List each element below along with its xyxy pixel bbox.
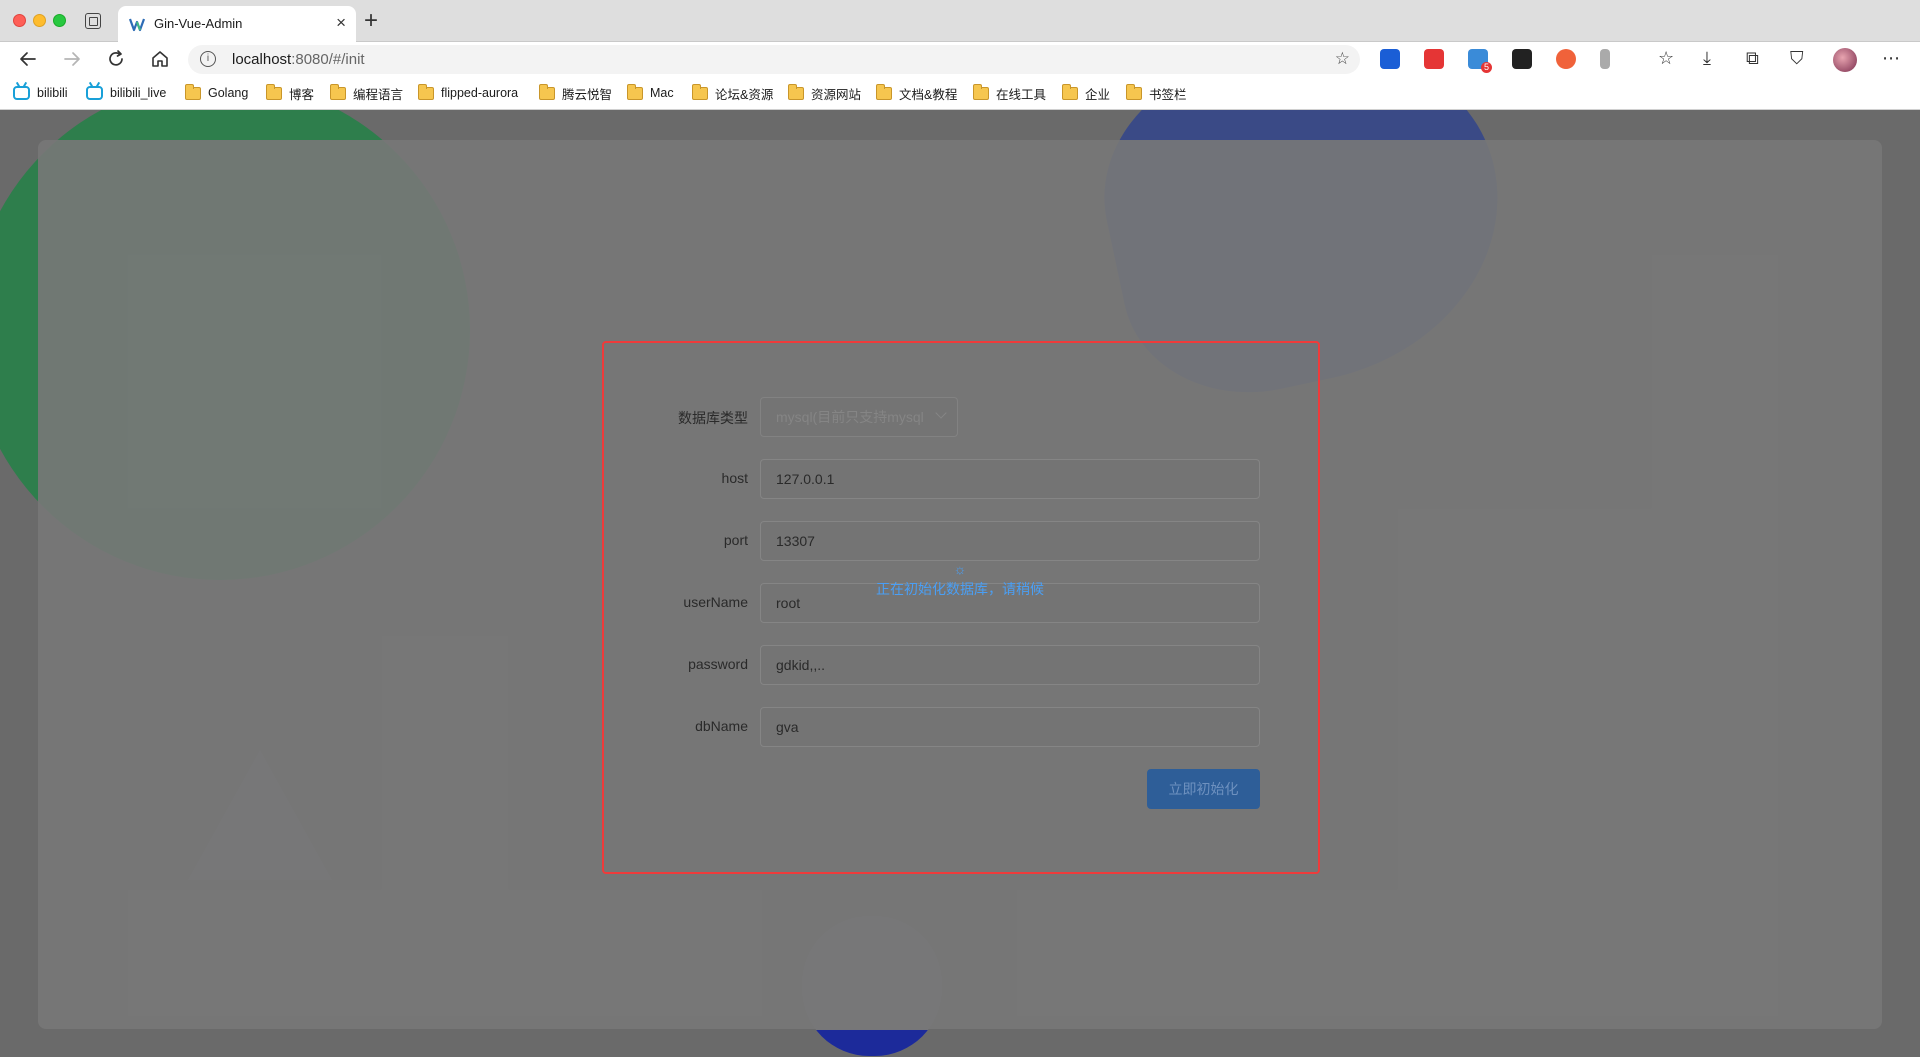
tampermonkey-extension-icon[interactable] (1512, 49, 1532, 69)
bookmark-label: 博客 (289, 87, 315, 102)
folder-icon (876, 83, 892, 100)
collections-icon[interactable]: ⧉ (1746, 47, 1759, 69)
url-path: :8080/#/init (291, 51, 365, 68)
reload-icon[interactable] (105, 48, 127, 70)
bookmark-label: 书签栏 (1149, 87, 1187, 102)
extension-badge: 5 (1480, 62, 1492, 73)
bookmark-label: 论坛&资源 (715, 87, 774, 102)
folder-icon (788, 83, 804, 100)
password-label: password (688, 656, 748, 672)
bookmark-item[interactable]: bilibili_live (86, 84, 166, 102)
browser-essentials-icon[interactable]: ⛉ (1790, 47, 1804, 69)
bilibili-icon (86, 86, 103, 100)
close-window-button[interactable] (13, 14, 26, 27)
bookmark-folder[interactable]: Golang (185, 83, 249, 102)
folder-icon (539, 83, 555, 100)
forward-icon[interactable] (61, 48, 83, 70)
bookmark-label: 编程语言 (353, 87, 404, 102)
bitwarden-extension-icon[interactable] (1380, 49, 1400, 69)
browser-tab[interactable]: Gin-Vue-Admin × (118, 6, 356, 42)
page-content: 数据库类型 mysql(目前只支持mysql host 127.0.0.1 po… (0, 110, 1920, 1057)
loading-text: 正在初始化数据库，请稍候 (876, 581, 1044, 597)
port-label: port (723, 532, 748, 548)
bookmark-label: bilibili (37, 86, 68, 100)
bookmarks-bar: bilibili bilibili_live Golang 博客 编程语言 fl… (0, 76, 1920, 110)
folder-icon (973, 83, 989, 100)
bookmark-label: 文档&教程 (899, 87, 958, 102)
browser-toolbar: i localhost:8080/#/init ☆ 5 ☆ ⤓ ⧉ ⛉ ⋯ (0, 42, 1920, 76)
port-input[interactable]: 13307 (760, 521, 1260, 561)
bookmark-label: 资源网站 (811, 87, 862, 102)
bookmark-folder[interactable]: 论坛&资源 (692, 83, 774, 102)
spinner-icon: ☼ (953, 561, 967, 577)
db-type-label: 数据库类型 (678, 410, 748, 426)
password-input[interactable]: gdkid,,.. (760, 645, 1260, 685)
bookmark-folder[interactable]: 在线工具 (973, 83, 1047, 102)
back-icon[interactable] (17, 48, 39, 70)
profile-avatar[interactable] (1833, 48, 1857, 72)
folder-icon (1126, 83, 1142, 100)
loading-indicator: ☼ 正在初始化数据库，请稍候 (860, 561, 1060, 599)
bookmark-folder[interactable]: 博客 (266, 83, 315, 102)
tab-actions-icon[interactable] (85, 13, 101, 29)
bookmark-folder[interactable]: 企业 (1062, 83, 1111, 102)
sitemap-extension-icon[interactable] (1556, 49, 1576, 69)
host-input[interactable]: 127.0.0.1 (760, 459, 1260, 499)
maximize-window-button[interactable] (53, 14, 66, 27)
username-label: userName (683, 594, 748, 610)
minimize-window-button[interactable] (33, 14, 46, 27)
dbname-input[interactable]: gva (760, 707, 1260, 747)
add-favorite-icon[interactable]: ☆ (1335, 49, 1350, 69)
dbname-label: dbName (695, 718, 748, 734)
url-text[interactable]: localhost:8080/#/init (232, 51, 365, 68)
bookmark-folder[interactable]: 文档&教程 (876, 83, 958, 102)
folder-icon (266, 83, 282, 100)
bookmark-folder[interactable]: 资源网站 (788, 83, 862, 102)
bookmark-label: 腾云悦智 (562, 87, 613, 102)
bookmark-label: 在线工具 (996, 87, 1047, 102)
url-host: localhost (232, 51, 292, 68)
downloads-icon[interactable]: ⤓ (1703, 47, 1711, 69)
bookmark-label: 企业 (1085, 87, 1111, 102)
tab-close-icon[interactable]: × (336, 13, 346, 33)
browser-titlebar: Gin-Vue-Admin × + (0, 0, 1920, 42)
folder-icon (418, 83, 434, 100)
bookmark-folder[interactable]: 编程语言 (330, 83, 404, 102)
bookmark-folder[interactable]: flipped-aurora (418, 83, 519, 102)
folder-icon (330, 83, 346, 100)
chevron-down-icon (935, 407, 947, 419)
host-label: host (721, 470, 748, 486)
bilibili-icon (13, 86, 30, 100)
bookmark-label: flipped-aurora (441, 86, 519, 100)
mic-extension-icon[interactable] (1600, 49, 1610, 69)
new-tab-button[interactable]: + (364, 8, 378, 34)
bookmark-label: Mac (650, 86, 674, 100)
more-menu-icon[interactable]: ⋯ (1882, 47, 1900, 69)
site-info-icon[interactable]: i (200, 51, 216, 67)
extension-with-badge-icon[interactable]: 5 (1468, 49, 1492, 73)
bookmark-folder[interactable]: 腾云悦智 (539, 83, 613, 102)
address-bar[interactable]: i localhost:8080/#/init ☆ (188, 45, 1360, 74)
bookmark-folder[interactable]: Mac (627, 83, 674, 102)
tab-title: Gin-Vue-Admin (154, 16, 243, 31)
home-icon[interactable] (149, 48, 171, 70)
folder-icon (1062, 83, 1078, 100)
bookmark-label: bilibili_live (110, 86, 167, 100)
db-type-select[interactable]: mysql(目前只支持mysql (760, 397, 958, 437)
folder-icon (627, 83, 643, 100)
folder-icon (692, 83, 708, 100)
init-submit-button[interactable]: 立即初始化 (1147, 769, 1260, 809)
favorites-icon[interactable]: ☆ (1658, 47, 1674, 69)
gin-vue-admin-favicon-icon (128, 18, 146, 32)
bookmark-label: Golang (208, 86, 249, 100)
fe-helper-extension-icon[interactable] (1424, 49, 1444, 69)
folder-icon (185, 83, 201, 100)
bookmark-item[interactable]: bilibili (13, 84, 68, 102)
bookmark-folder[interactable]: 书签栏 (1126, 83, 1187, 102)
db-type-value: mysql(目前只支持mysql (776, 409, 924, 425)
